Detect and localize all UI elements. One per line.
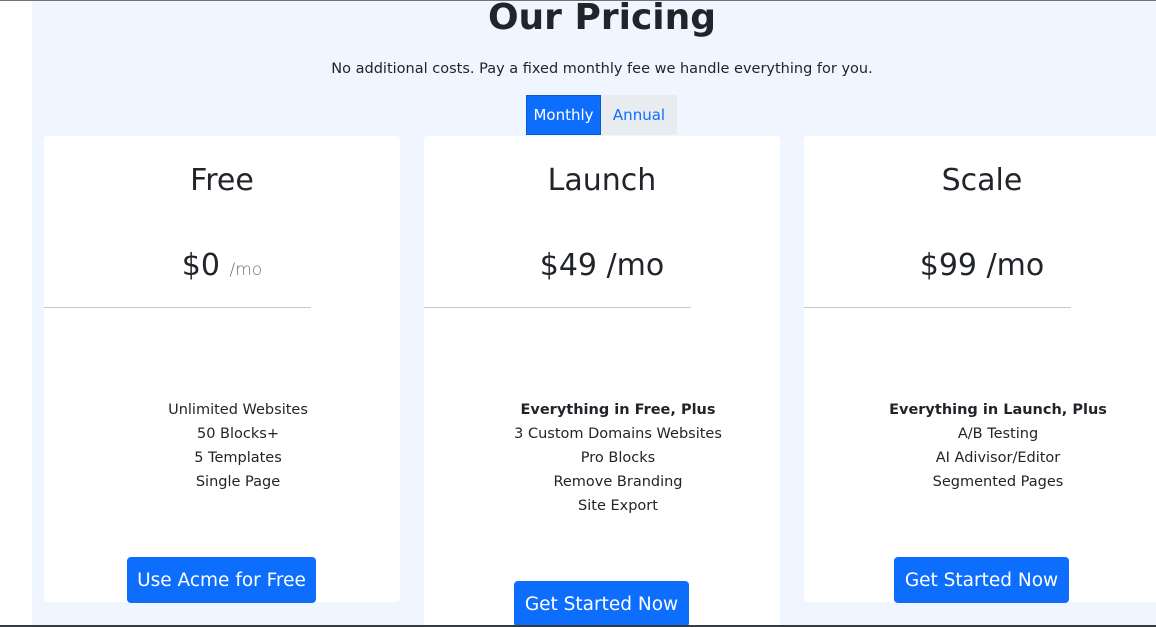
feature-item: A/B Testing [957,426,1039,442]
feature-item: Pro Blocks [580,450,656,466]
feature-item: Single Page [195,474,281,490]
page-title: Our Pricing [487,0,717,38]
plan-price: $49 /mo [539,248,665,283]
monthly-toggle-button[interactable]: Monthly [526,95,601,135]
feature-list: Unlimited Websites 50 Blocks+ 5 Template… [44,398,432,494]
price-divider [424,307,691,308]
get-started-launch-button[interactable]: Get Started Now [514,581,689,627]
page-subtitle: No additional costs. Pay a fixed monthly… [331,61,873,77]
feature-item: 5 Templates [194,450,282,466]
pricing-section: Our Pricing No additional costs. Pay a f… [32,0,1156,627]
use-acme-free-button[interactable]: Use Acme for Free [127,557,316,603]
plan-name: Scale [941,163,1023,198]
price-amount: $0 [181,248,220,283]
plan-price: $0 /mo [44,248,400,288]
feature-heading: Everything in Launch, Plus [889,402,1107,418]
plan-name: Free [190,163,254,198]
feature-list: Everything in Launch, Plus A/B Testing A… [804,398,1156,494]
billing-toggle: Monthly Annual [526,95,677,135]
price-divider [44,307,311,308]
feature-heading: Everything in Free, Plus [520,402,716,418]
feature-item: Unlimited Websites [168,402,308,418]
price-divider [804,307,1071,308]
price-unit: /mo [229,260,263,280]
feature-item: Remove Branding [553,474,683,490]
feature-list: Everything in Free, Plus 3 Custom Domain… [424,398,812,518]
annual-toggle-button[interactable]: Annual [601,95,677,135]
pricing-card-scale: Scale $99 /mo Everything in Launch, Plus… [804,136,1156,603]
feature-item: 3 Custom Domains Websites [514,426,722,442]
feature-item: 50 Blocks+ [197,426,279,442]
get-started-scale-button[interactable]: Get Started Now [894,557,1069,603]
feature-item: Segmented Pages [932,474,1064,490]
feature-item: Site Export [578,498,658,514]
pricing-page: Our Pricing No additional costs. Pay a f… [0,0,1156,627]
plan-name: Launch [547,163,657,198]
pricing-card-free: Free $0 /mo Unlimited Websites 50 Blocks… [44,136,400,603]
pricing-card-launch: Launch $49 /mo Everything in Free, Plus … [424,136,780,627]
plan-price: $99 /mo [919,248,1045,283]
feature-item: AI Adivisor/Editor [935,450,1061,466]
